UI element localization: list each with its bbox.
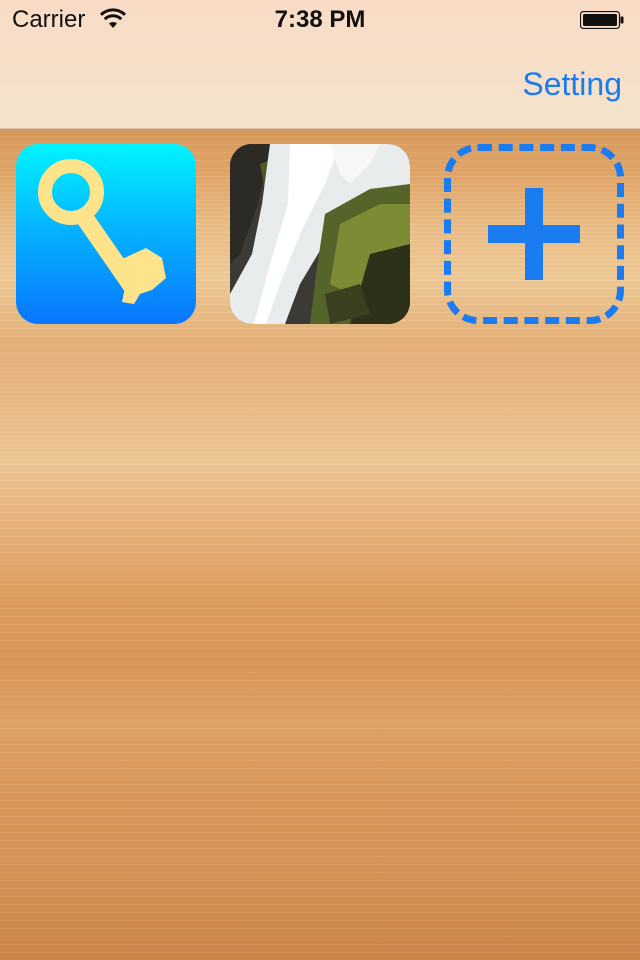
key-tile[interactable] [16,144,196,324]
add-tile-button[interactable] [444,144,624,324]
tile-grid [16,144,626,326]
setting-button[interactable]: Setting [522,66,622,103]
key-icon [38,159,166,304]
waterfall-photo [230,144,410,324]
status-bar: Carrier 7:38 PM [0,0,640,40]
clock: 7:38 PM [274,6,366,33]
waterfall-photo-tile[interactable] [230,144,410,324]
plus-icon [488,188,580,280]
top-bar: Carrier 7:38 PM Setting [0,0,640,129]
battery-icon [580,11,624,29]
